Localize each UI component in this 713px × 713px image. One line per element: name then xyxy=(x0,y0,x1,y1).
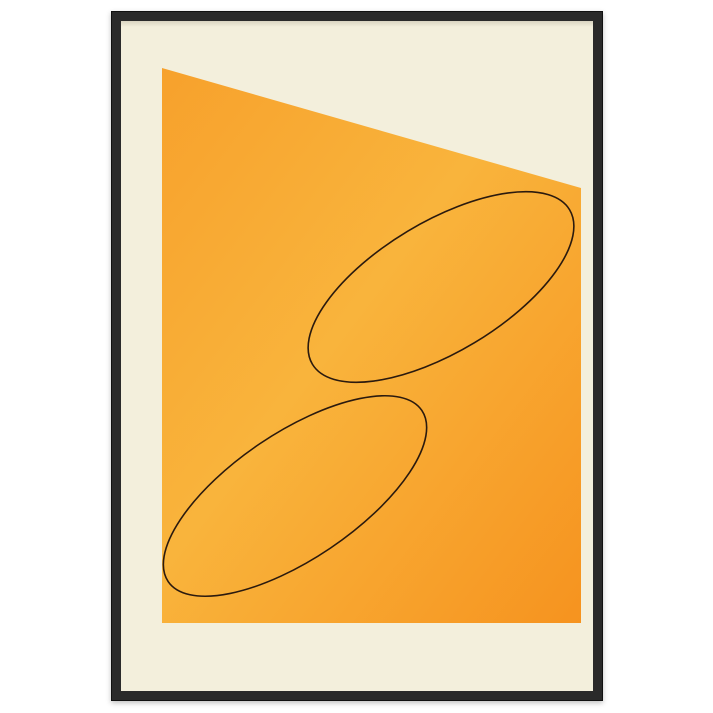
mat-shadow xyxy=(121,21,593,27)
abstract-artwork xyxy=(162,68,581,623)
orange-shape xyxy=(162,68,581,623)
mat-board xyxy=(121,21,593,691)
picture-frame xyxy=(111,11,603,701)
